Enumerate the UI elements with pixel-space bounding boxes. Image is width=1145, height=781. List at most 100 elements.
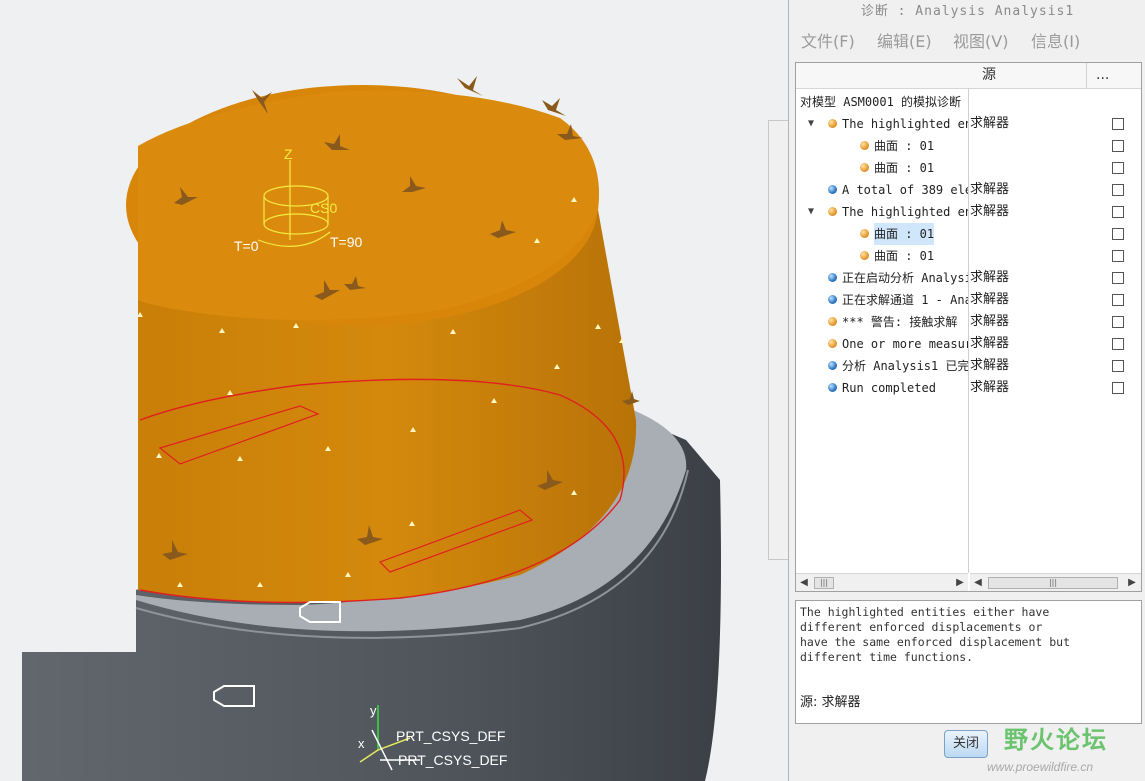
tree-row[interactable]: 曲面 : 01: [796, 157, 1141, 179]
tree-row-source: 求解器: [970, 358, 1010, 373]
scroll-thumb[interactable]: |||: [988, 577, 1118, 589]
tree-row-source: 求解器: [970, 204, 1010, 219]
tree-row[interactable]: 曲面 : 01: [796, 223, 1141, 245]
tree-row-source: 求解器: [970, 116, 1010, 131]
watermark-logo: 野火论坛: [1004, 726, 1108, 754]
tree-row-text: 曲面 : 01: [874, 161, 935, 175]
message-text: The highlighted entities either have dif…: [800, 605, 1071, 664]
row-checkbox[interactable]: [1112, 338, 1124, 350]
tree-row-text: 曲面 : 01: [874, 249, 935, 263]
tree-row-source: 求解器: [970, 270, 1010, 285]
row-checkbox[interactable]: [1112, 250, 1124, 262]
close-button[interactable]: 关闭: [944, 730, 988, 758]
tree-header: 源 ...: [796, 63, 1141, 89]
tree-row-text: 曲面 : 01: [874, 139, 935, 153]
model-canvas[interactable]: [0, 0, 790, 781]
tree-row[interactable]: ▼ The highlighted entities求解器: [796, 113, 1141, 135]
menu-bar: 文件(F) 编辑(E) 视图(V) 信息(I): [789, 28, 1145, 56]
scroll-left-arrow-icon[interactable]: ◀: [798, 576, 810, 590]
watermark-url: www.proewildfire.cn: [987, 760, 1094, 774]
row-checkbox[interactable]: [1112, 228, 1124, 240]
axis-x-label: x: [358, 736, 365, 751]
warning-status-icon: [860, 163, 869, 172]
tree-row-text: The highlighted entities: [842, 205, 968, 219]
menu-info[interactable]: 信息(I): [1031, 28, 1080, 56]
scroll-left-arrow-icon[interactable]: ◀: [972, 576, 984, 590]
tree-row[interactable]: A total of 389 elements求解器: [796, 179, 1141, 201]
tree-row-source: 求解器: [970, 380, 1010, 395]
prt-csys-label-overlap: PRT_CSYS_DEF: [398, 752, 508, 768]
row-checkbox[interactable]: [1112, 206, 1124, 218]
info-status-icon: [828, 361, 837, 370]
row-checkbox[interactable]: [1112, 316, 1124, 328]
tree-row[interactable]: *** 警告: 接触求解 求解器: [796, 311, 1141, 333]
orange-part[interactable]: [126, 85, 637, 604]
tree-row-text: 曲面 : 01: [874, 223, 935, 245]
info-status-icon: [828, 383, 837, 392]
message-panel: The highlighted entities either have dif…: [795, 600, 1142, 724]
tree-row[interactable]: 正在求解通道 1 - Analysis求解器: [796, 289, 1141, 311]
cad-viewport[interactable]: Z CS0 T=0 T=90 PRT_CSYS_DEF PRT_CSYS_DEF…: [0, 0, 790, 781]
tree-row[interactable]: 正在启动分析 Analysis1求解器: [796, 267, 1141, 289]
tree-row-source: 求解器: [970, 336, 1010, 351]
right-horizontal-scrollbar[interactable]: ◀ ||| ▶: [970, 573, 1141, 591]
axis-y-label: y: [370, 703, 377, 718]
tree-row-text: 正在启动分析 Analysis1: [842, 271, 968, 285]
row-checkbox[interactable]: [1112, 382, 1124, 394]
warning-status-icon: [828, 339, 837, 348]
time-end-label: T=90: [330, 234, 363, 250]
menu-file[interactable]: 文件(F): [801, 28, 855, 56]
row-checkbox[interactable]: [1112, 360, 1124, 372]
prt-csys-label: PRT_CSYS_DEF: [396, 728, 506, 744]
tree-row-text: A total of 389 elements: [842, 183, 968, 197]
diagnostics-dialog[interactable]: 诊断 : Analysis Analysis1 文件(F) 编辑(E) 视图(V…: [788, 0, 1145, 781]
tree-row[interactable]: 对模型 ASM0001 的模拟诊断: [796, 91, 1141, 113]
tree-row[interactable]: ▼ The highlighted entities求解器: [796, 201, 1141, 223]
info-status-icon: [828, 295, 837, 304]
source-line: 源: 求解器: [800, 695, 861, 710]
tree-row-source: 求解器: [970, 182, 1010, 197]
warning-status-icon: [860, 251, 869, 260]
warning-status-icon: [828, 207, 837, 216]
warning-status-icon: [860, 141, 869, 150]
csys-name-label: CS0: [310, 200, 338, 216]
tree-row-text: One or more measures: [842, 337, 968, 351]
column-header-more[interactable]: ...: [1096, 63, 1109, 88]
csys-axis-z-label: Z: [284, 146, 293, 162]
row-checkbox[interactable]: [1112, 272, 1124, 284]
row-checkbox[interactable]: [1112, 162, 1124, 174]
tree-row[interactable]: One or more measures求解器: [796, 333, 1141, 355]
row-checkbox[interactable]: [1112, 294, 1124, 306]
tree-row[interactable]: 曲面 : 01: [796, 135, 1141, 157]
info-status-icon: [828, 185, 837, 194]
tree-row-text: 正在求解通道 1 - Analysis: [842, 293, 968, 307]
diagnostics-tree[interactable]: 源 ... 对模型 ASM0001 的模拟诊断 ▼ The highlighted …: [795, 62, 1142, 592]
time-start-label: T=0: [234, 238, 259, 254]
expand-toggle-icon[interactable]: ▼: [808, 113, 814, 135]
dialog-title: 诊断 : Analysis Analysis1: [860, 4, 1075, 19]
row-checkbox[interactable]: [1112, 118, 1124, 130]
tree-row[interactable]: 分析 Analysis1 已完成 求解器: [796, 355, 1141, 377]
row-checkbox[interactable]: [1112, 184, 1124, 196]
tree-row-text: 对模型 ASM0001 的模拟诊断: [800, 95, 962, 109]
info-status-icon: [828, 273, 837, 282]
row-checkbox[interactable]: [1112, 140, 1124, 152]
warning-status-icon: [860, 229, 869, 238]
expand-toggle-icon[interactable]: ▼: [808, 201, 814, 223]
column-header-source[interactable]: 源: [982, 63, 996, 88]
tree-row[interactable]: 曲面 : 01: [796, 245, 1141, 267]
tree-row-text: *** 警告: 接触求解: [842, 315, 958, 329]
tree-row-text: The highlighted entities: [842, 117, 968, 131]
menu-view[interactable]: 视图(V): [953, 28, 1008, 56]
tree-row-text: Run completed: [842, 381, 936, 395]
scroll-right-arrow-icon[interactable]: ▶: [954, 576, 966, 590]
scroll-thumb[interactable]: |||: [814, 577, 834, 589]
tree-row[interactable]: Run completed 求解器: [796, 377, 1141, 399]
tree-row-text: 分析 Analysis1 已完成: [842, 359, 968, 373]
warning-status-icon: [828, 119, 837, 128]
tree-row-source: 求解器: [970, 292, 1010, 307]
warning-status-icon: [828, 317, 837, 326]
left-horizontal-scrollbar[interactable]: ◀ ||| ▶: [796, 573, 968, 591]
menu-edit[interactable]: 编辑(E): [877, 28, 932, 56]
scroll-right-arrow-icon[interactable]: ▶: [1126, 576, 1138, 590]
